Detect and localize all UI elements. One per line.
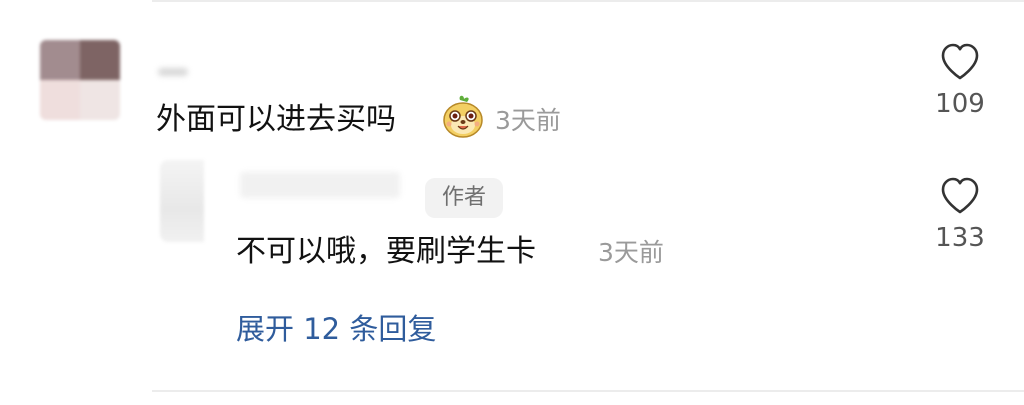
author-avatar[interactable]: [160, 160, 204, 242]
reply-like-button[interactable]: 133: [925, 174, 995, 254]
commenter-avatar[interactable]: [40, 40, 120, 120]
reply-text[interactable]: 不可以哦，要刷学生卡: [236, 232, 536, 272]
comment-time: 3天前: [495, 106, 561, 135]
author-name-blurred: [240, 172, 400, 198]
comment-like-count: 109: [935, 89, 985, 119]
heart-icon[interactable]: [938, 174, 982, 218]
reply-like-count: 133: [935, 223, 985, 253]
bottom-divider: [152, 390, 1024, 392]
commenter-name-blurred: [158, 68, 188, 76]
author-badge: 作者: [425, 178, 503, 218]
expand-replies-link[interactable]: 展开 12 条回复: [236, 308, 436, 350]
comment-text[interactable]: 外面可以进去买吗: [156, 100, 396, 140]
top-divider: [152, 0, 1024, 2]
heart-icon[interactable]: [938, 40, 982, 84]
reply-time: 3天前: [598, 238, 664, 267]
comment-like-button[interactable]: 109: [925, 40, 995, 120]
smiling-dog-emoji-icon: [443, 95, 483, 138]
